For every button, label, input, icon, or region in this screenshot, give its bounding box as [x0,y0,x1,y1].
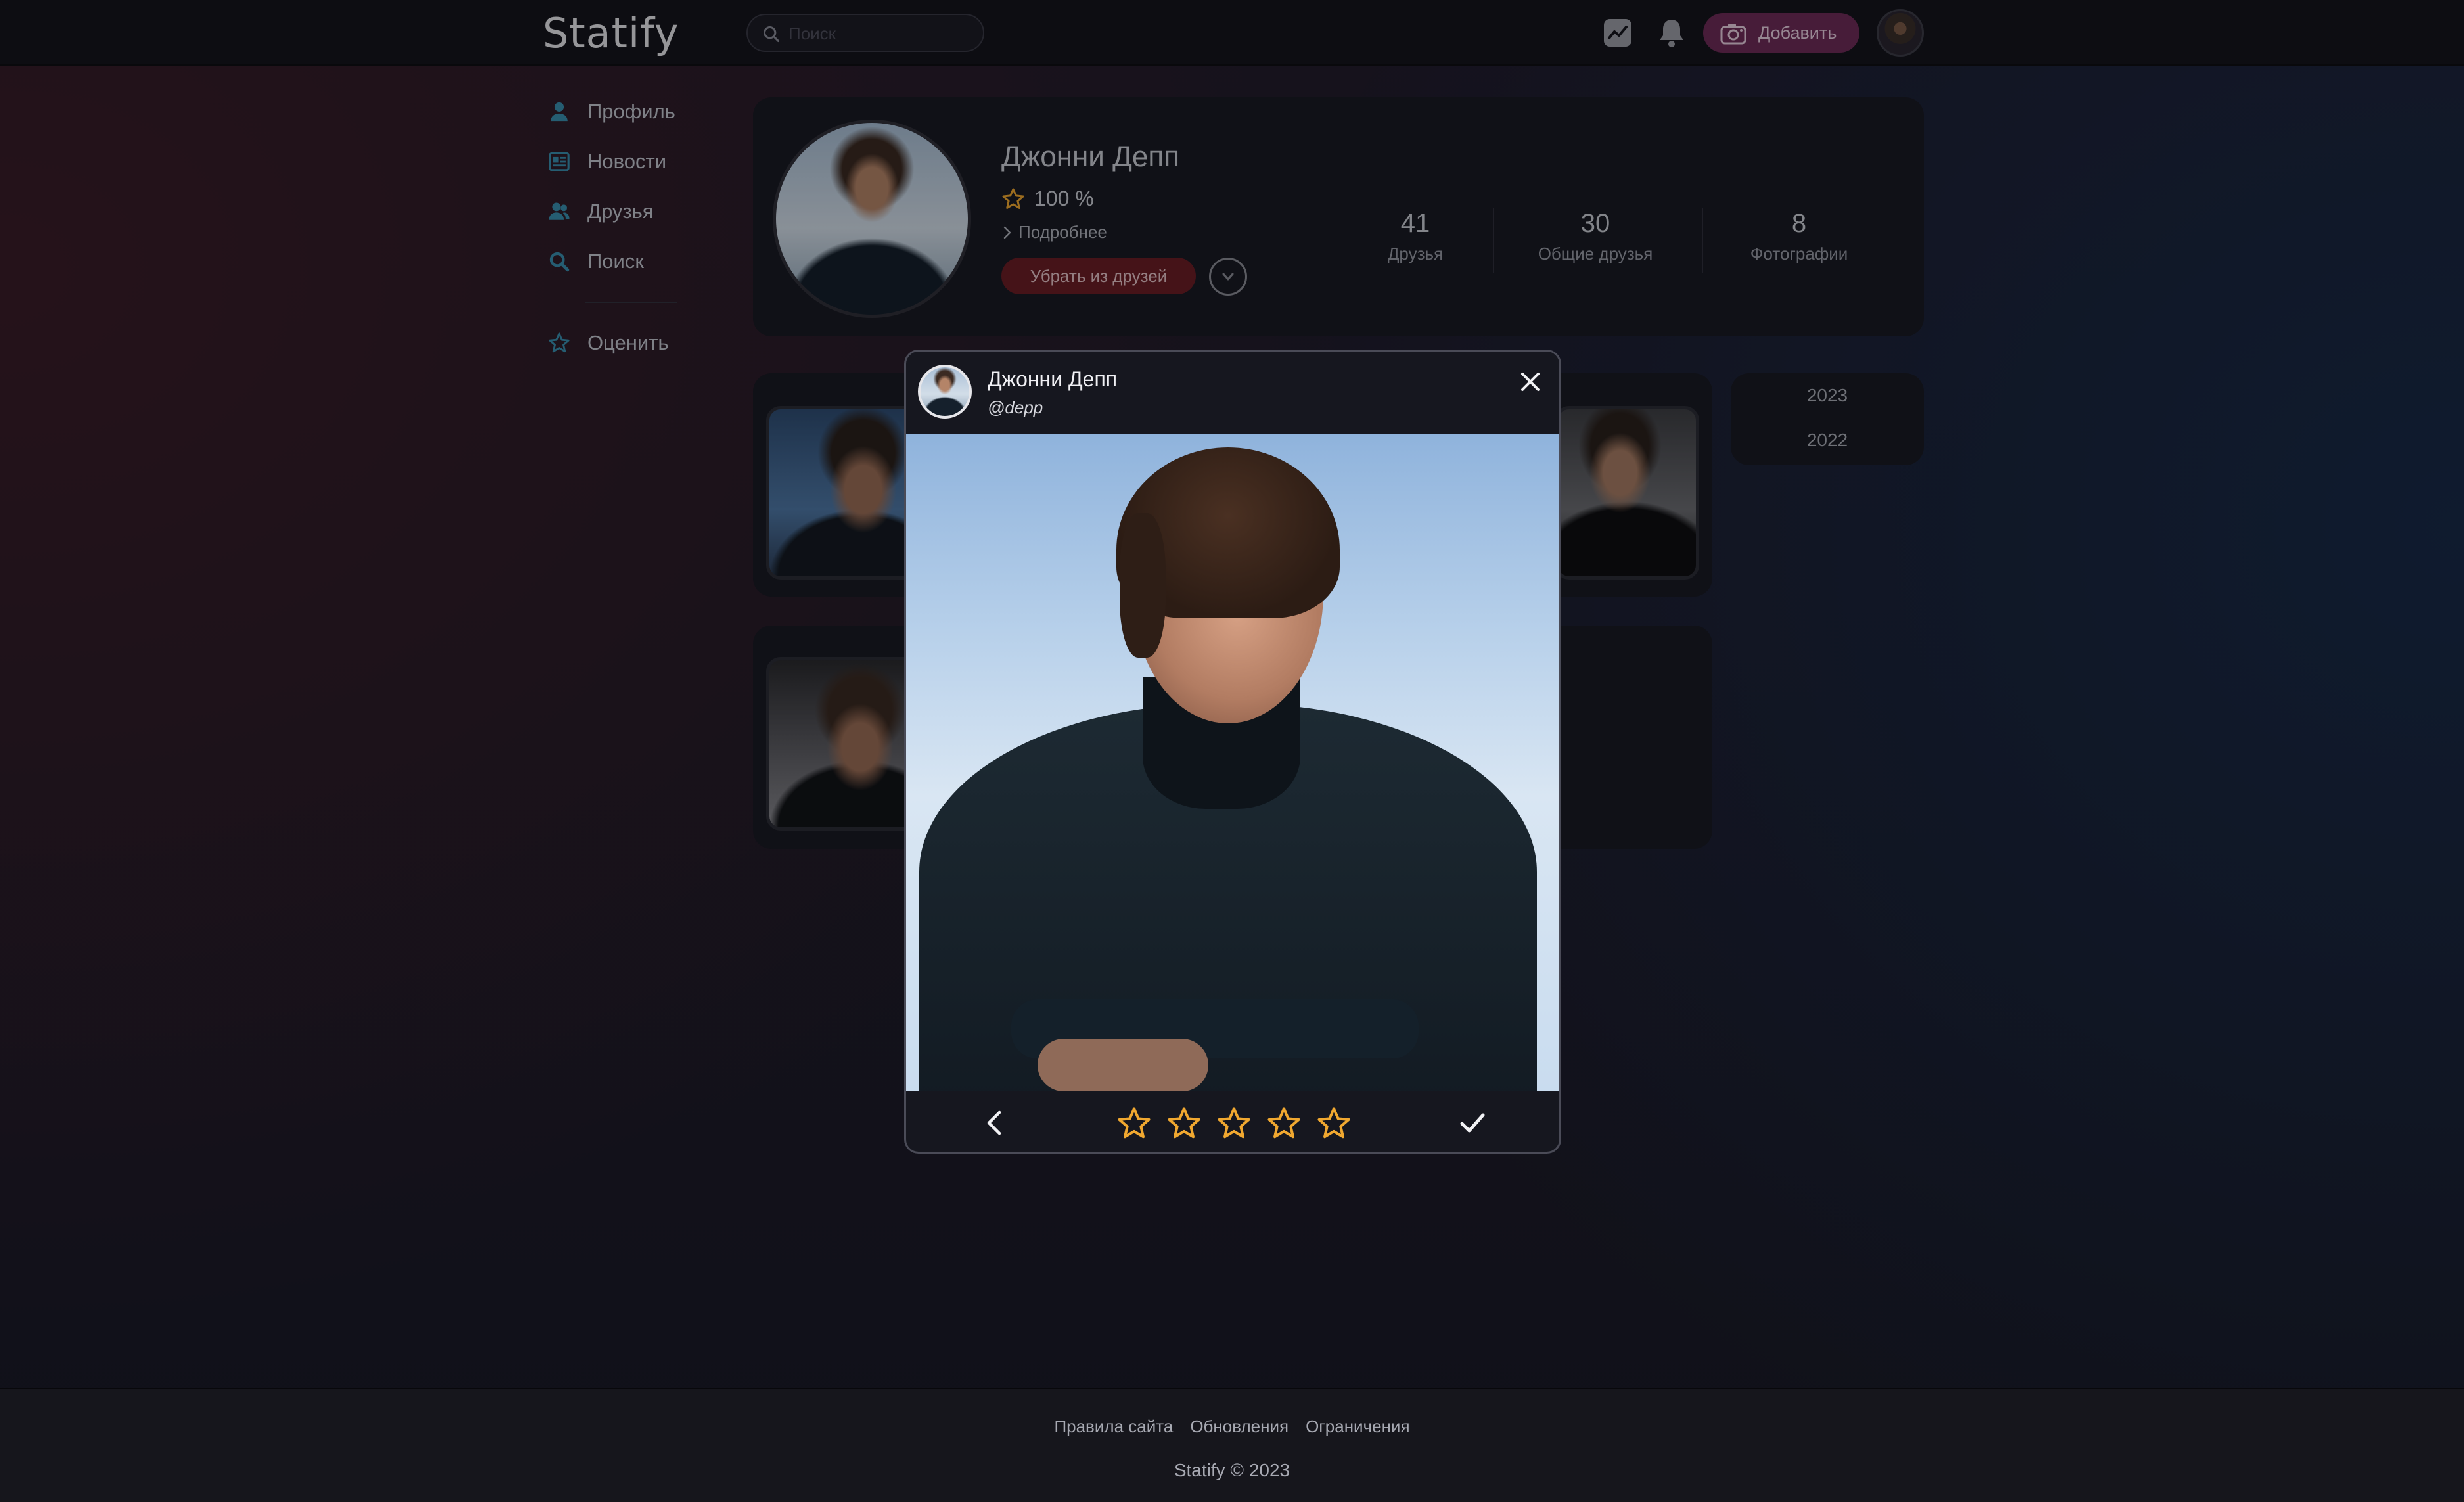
rating-star-1[interactable] [1116,1106,1152,1141]
modal-user-name[interactable]: Джонни Депп [988,367,1117,392]
footer-link-updates[interactable]: Обновления [1190,1417,1289,1437]
modal-controls [906,1091,1559,1152]
rating-star-3[interactable] [1216,1106,1252,1141]
footer-link-restrictions[interactable]: Ограничения [1306,1417,1409,1437]
checkmark-icon[interactable] [1457,1107,1488,1139]
footer-link-rules[interactable]: Правила сайта [1054,1417,1173,1437]
rating-stars [1116,1106,1352,1141]
photo-modal: Джонни Депп @depp [904,350,1561,1154]
footer-links: Правила сайта Обновления Ограничения [0,1417,2464,1437]
rating-star-5[interactable] [1316,1106,1352,1141]
modal-avatar[interactable] [918,365,972,419]
copyright: Statify © 2023 [1174,1460,1290,1480]
footer [0,1388,2464,1502]
rating-star-4[interactable] [1266,1106,1302,1141]
modal-user-handle: @depp [988,398,1043,417]
modal-photo [906,434,1559,1091]
rating-star-2[interactable] [1166,1106,1202,1141]
chevron-left-icon[interactable] [980,1107,1011,1139]
close-icon[interactable] [1517,369,1543,395]
